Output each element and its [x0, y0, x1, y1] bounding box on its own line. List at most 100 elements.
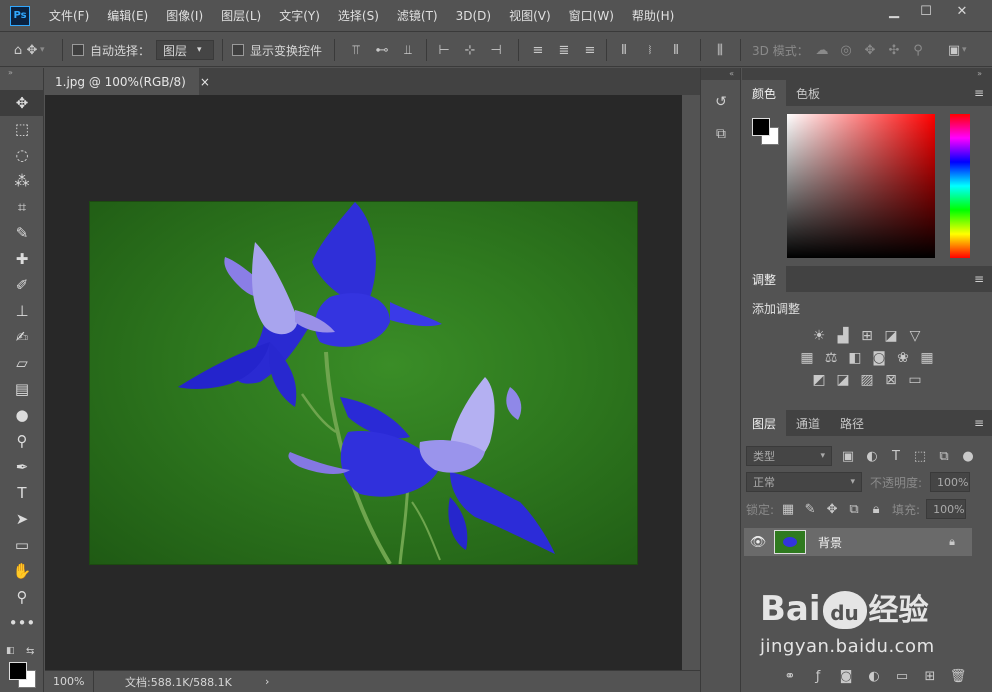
- foreground-color-swatch[interactable]: [752, 118, 770, 136]
- hue-saturation-icon[interactable]: ▦: [798, 349, 816, 367]
- hand-tool-icon[interactable]: ✋: [0, 558, 44, 584]
- chevron-down-icon[interactable]: ▾: [962, 45, 967, 55]
- 3d-orbit-icon[interactable]: ☁: [814, 42, 830, 58]
- gradient-tool-icon[interactable]: ▤: [0, 376, 44, 402]
- new-group-icon[interactable]: ▭: [894, 668, 910, 684]
- distribute-bottom-icon[interactable]: ≡: [582, 42, 598, 58]
- menu-help[interactable]: 帮助(H): [623, 0, 683, 32]
- black-white-icon[interactable]: ◧: [846, 349, 864, 367]
- distribute-vcenter-icon[interactable]: ≣: [556, 42, 572, 58]
- tab-color[interactable]: 颜色: [742, 80, 787, 106]
- marquee-tool-icon[interactable]: ⬚: [0, 116, 44, 142]
- lock-all-icon[interactable]: 🔒︎: [868, 501, 884, 517]
- maximize-icon[interactable]: ☐: [908, 0, 944, 22]
- menu-select[interactable]: 选择(S): [329, 0, 388, 32]
- tab-layers[interactable]: 图层: [742, 410, 787, 436]
- layer-filter-dropdown[interactable]: 类型 ▾: [746, 446, 832, 466]
- filter-adjustment-icon[interactable]: ◐: [864, 448, 880, 464]
- type-tool-icon[interactable]: T: [0, 480, 44, 506]
- link-layers-icon[interactable]: ⚭: [782, 668, 798, 684]
- color-lookup-icon[interactable]: ▦: [918, 349, 936, 367]
- brightness-icon[interactable]: ☀: [810, 327, 828, 345]
- crop-tool-icon[interactable]: ⌗: [0, 194, 44, 220]
- panel-menu-icon[interactable]: ≡: [974, 272, 984, 286]
- color-balance-icon[interactable]: ⚖: [822, 349, 840, 367]
- posterize-icon[interactable]: ◪: [834, 371, 852, 389]
- distribute-top-icon[interactable]: ≡: [530, 42, 546, 58]
- rectangle-tool-icon[interactable]: ▭: [0, 532, 44, 558]
- selective-color-icon[interactable]: ⊠: [882, 371, 900, 389]
- lasso-tool-icon[interactable]: ◌: [0, 142, 44, 168]
- layer-mask-icon[interactable]: ◙: [838, 668, 854, 684]
- align-top-icon[interactable]: ⫪: [348, 42, 364, 58]
- gradient-map-icon[interactable]: ▭: [906, 371, 924, 389]
- menu-filter[interactable]: 滤镜(T): [388, 0, 447, 32]
- opacity-field[interactable]: 100%: [930, 472, 971, 492]
- tab-channels[interactable]: 通道: [786, 410, 830, 436]
- brush-tool-icon[interactable]: ✐: [0, 272, 44, 298]
- panel-menu-icon[interactable]: ≡: [974, 416, 984, 430]
- menu-image[interactable]: 图像(I): [157, 0, 212, 32]
- filter-pixel-icon[interactable]: ▣: [840, 448, 856, 464]
- lock-pixels-icon[interactable]: ✎: [802, 501, 818, 517]
- menu-3d[interactable]: 3D(D): [447, 0, 500, 32]
- align-hcenter-icon[interactable]: ⊹: [462, 42, 478, 58]
- move-tool-icon[interactable]: ✥: [0, 90, 44, 116]
- blend-mode-dropdown[interactable]: 正常 ▾: [746, 472, 862, 492]
- 3d-scale-icon[interactable]: ⚲: [910, 42, 926, 58]
- document-tab[interactable]: 1.jpg @ 100%(RGB/8) ×: [45, 68, 210, 95]
- properties-panel-icon[interactable]: ⧉: [701, 118, 741, 150]
- color-picker-field[interactable]: [787, 114, 935, 258]
- 3d-roll-icon[interactable]: ◎: [838, 42, 854, 58]
- lock-artboard-icon[interactable]: ⧉: [846, 501, 862, 517]
- blur-tool-icon[interactable]: ●: [0, 402, 44, 428]
- eye-icon[interactable]: 👁︎: [750, 534, 767, 550]
- healing-brush-tool-icon[interactable]: ✚: [0, 246, 44, 272]
- menu-edit[interactable]: 编辑(E): [98, 0, 157, 32]
- status-menu-icon[interactable]: ›: [265, 675, 269, 688]
- move-tool-icon[interactable]: ✥: [24, 42, 40, 58]
- align-vcenter-icon[interactable]: ⊷: [374, 42, 390, 58]
- auto-select-dropdown[interactable]: 图层 ▾: [156, 40, 214, 60]
- layer-row[interactable]: 👁︎ 背景 🔒︎: [744, 528, 972, 556]
- align-left-icon[interactable]: ⊢: [436, 42, 452, 58]
- auto-align-icon[interactable]: ⫼: [712, 42, 728, 58]
- close-icon[interactable]: ✕: [944, 0, 980, 22]
- flower-image[interactable]: [89, 201, 638, 565]
- menu-file[interactable]: 文件(F): [40, 0, 98, 32]
- stamp-tool-icon[interactable]: ⊥: [0, 298, 44, 324]
- swap-colors-icon[interactable]: ⇆: [26, 646, 34, 657]
- new-adjustment-icon[interactable]: ◐: [866, 668, 882, 684]
- fill-field[interactable]: 100%: [926, 499, 967, 519]
- filter-toggle-icon[interactable]: ●: [960, 448, 976, 464]
- menu-window[interactable]: 窗口(W): [560, 0, 623, 32]
- invert-icon[interactable]: ◩: [810, 371, 828, 389]
- menu-type[interactable]: 文字(Y): [270, 0, 329, 32]
- tab-swatches[interactable]: 色板: [786, 80, 830, 106]
- expand-icon[interactable]: «: [701, 68, 740, 80]
- quick-select-tool-icon[interactable]: ⁂: [0, 168, 44, 194]
- align-right-icon[interactable]: ⊣: [488, 42, 504, 58]
- collapse-icon[interactable]: »: [742, 68, 992, 80]
- tab-close-icon[interactable]: ×: [200, 75, 210, 89]
- 3d-pan-icon[interactable]: ✥: [862, 42, 878, 58]
- pen-tool-icon[interactable]: ✒: [0, 454, 44, 480]
- eraser-tool-icon[interactable]: ▱: [0, 350, 44, 376]
- auto-select-checkbox[interactable]: [72, 44, 84, 56]
- photo-filter-icon[interactable]: ◙: [870, 349, 888, 367]
- tab-adjustments[interactable]: 调整: [742, 266, 787, 292]
- new-layer-icon[interactable]: ⊞: [922, 668, 938, 684]
- history-brush-tool-icon[interactable]: ✍: [0, 324, 44, 350]
- levels-icon[interactable]: ▟: [834, 327, 852, 345]
- lock-transparent-icon[interactable]: ▦: [780, 501, 796, 517]
- menu-view[interactable]: 视图(V): [500, 0, 560, 32]
- distribute-left-icon[interactable]: ⦀: [616, 42, 632, 58]
- curves-icon[interactable]: ⊞: [858, 327, 876, 345]
- dodge-tool-icon[interactable]: ⚲: [0, 428, 44, 454]
- zoom-tool-icon[interactable]: ⚲: [0, 584, 44, 610]
- distribute-hcenter-icon[interactable]: ⧘: [642, 42, 658, 58]
- delete-layer-icon[interactable]: 🗑︎: [950, 668, 967, 684]
- channel-mixer-icon[interactable]: ❀: [894, 349, 912, 367]
- lock-position-icon[interactable]: ✥: [824, 501, 840, 517]
- align-bottom-icon[interactable]: ⫫: [400, 42, 416, 58]
